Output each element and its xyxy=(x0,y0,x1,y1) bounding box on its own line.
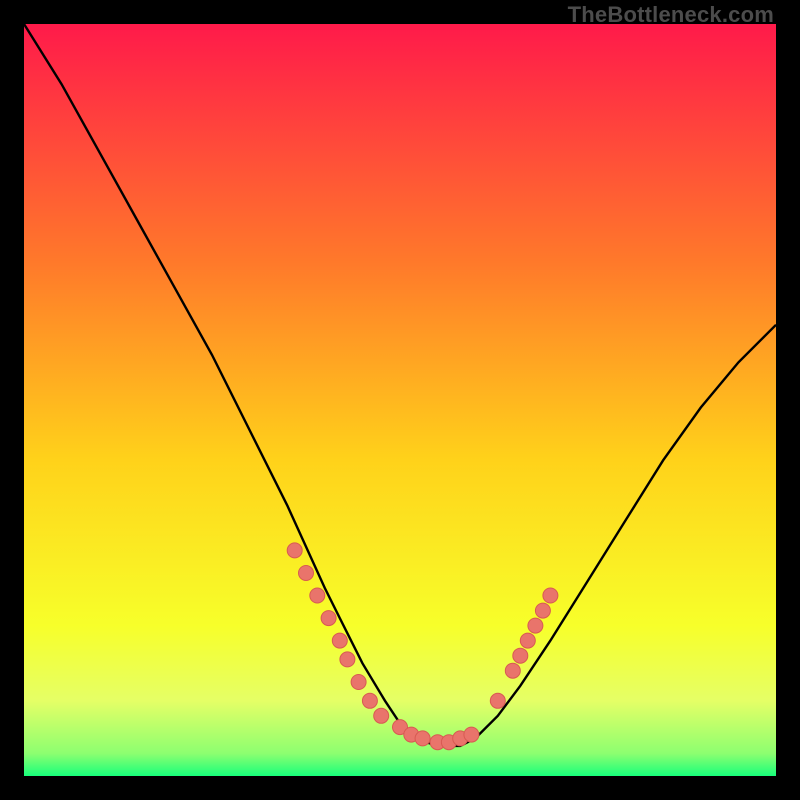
gradient-rect xyxy=(24,24,776,776)
chart-frame xyxy=(24,24,776,776)
marker-dot xyxy=(490,693,505,708)
gradient-plot xyxy=(24,24,776,776)
marker-dot xyxy=(513,648,528,663)
marker-dot xyxy=(362,693,377,708)
marker-dot xyxy=(299,566,314,581)
marker-dot xyxy=(543,588,558,603)
marker-dot xyxy=(520,633,535,648)
marker-dot xyxy=(415,731,430,746)
marker-dot xyxy=(332,633,347,648)
marker-dot xyxy=(351,675,366,690)
marker-dot xyxy=(340,652,355,667)
marker-dot xyxy=(321,611,336,626)
marker-dot xyxy=(535,603,550,618)
marker-dot xyxy=(528,618,543,633)
watermark-text: TheBottleneck.com xyxy=(568,2,774,28)
marker-dot xyxy=(464,727,479,742)
marker-dot xyxy=(287,543,302,558)
marker-dot xyxy=(310,588,325,603)
marker-dot xyxy=(374,708,389,723)
marker-dot xyxy=(505,663,520,678)
